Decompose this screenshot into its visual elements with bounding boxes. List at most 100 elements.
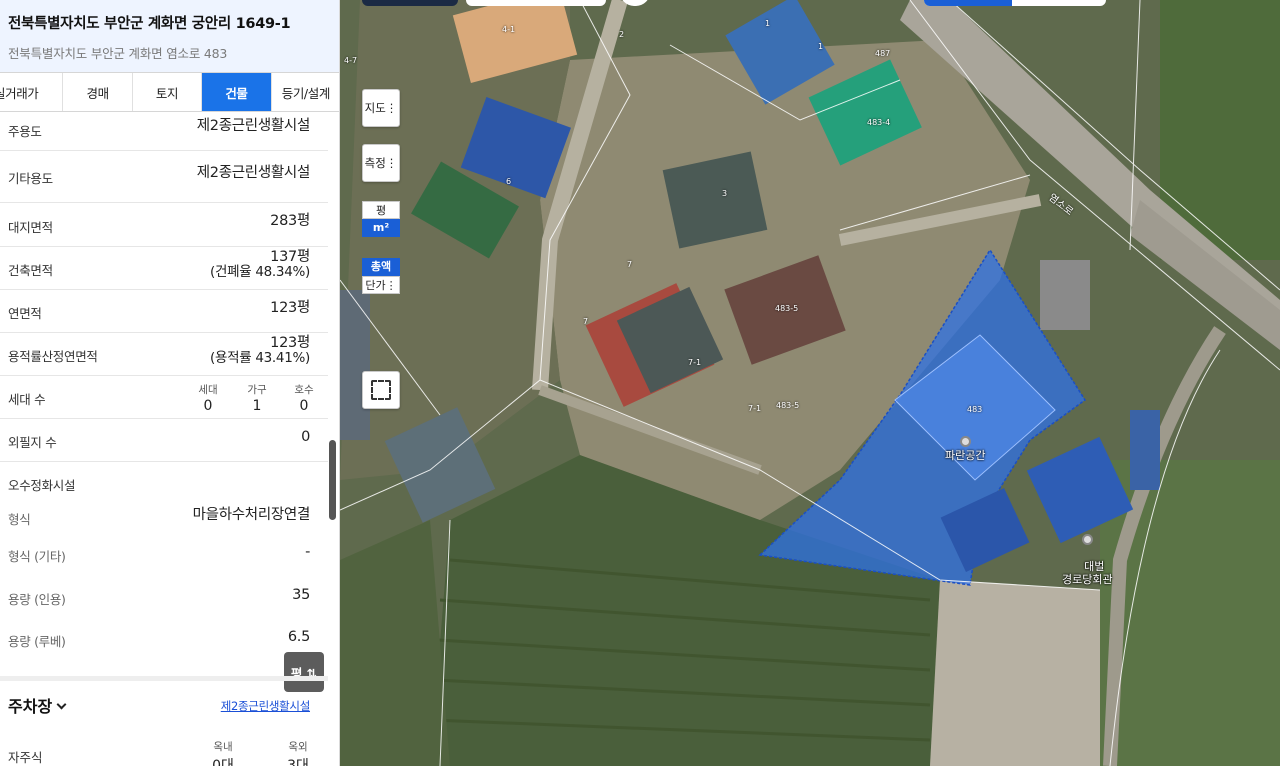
satellite-imagery (340, 0, 1280, 766)
parking-title-toggle[interactable]: 주차장 (8, 693, 67, 717)
parking-title: 주차장 (8, 697, 53, 716)
measure-label: 측정 (364, 156, 386, 170)
tab-building[interactable]: 건물 (202, 73, 272, 111)
capacity-person-label: 용량 (인용) (8, 592, 66, 607)
sewage-type-value: 마을하수처리장연결 (192, 507, 311, 523)
poi-marker-icon (1081, 534, 1093, 545)
outdoor-value: 3대 (287, 758, 309, 766)
poi-senior-center[interactable]: 대벌 경로당회관 (1062, 508, 1113, 599)
households-sedae: 세대 0 (188, 382, 228, 414)
tab-auction[interactable]: 경매 (63, 73, 133, 111)
floor-area-label: 연면적 (8, 306, 42, 321)
tab-land[interactable]: 토지 (133, 73, 203, 111)
sewage-type-other-label: 형식 (기타) (8, 549, 66, 564)
top-search-box[interactable] (466, 0, 606, 6)
area-unit-switch: 평 m² (362, 201, 400, 237)
unit-price-label: 단가 (365, 279, 386, 292)
poi-marker-icon (959, 436, 971, 447)
info-tabs: 실거래가 경매 토지 건물 등기/설계 (0, 72, 339, 112)
lot-label: 483-4 (867, 118, 891, 127)
self-parking-label: 자주식 (8, 750, 43, 765)
lot-label: 4-7 (344, 56, 358, 65)
coverage-ratio: (건폐율 48.34%) (210, 264, 310, 280)
parking-building-link[interactable]: 제2종근린생활시설 (221, 698, 311, 714)
gagu-header: 가구 (247, 384, 267, 396)
land-area-value: 283평 (270, 213, 310, 229)
floor-area-row: 연면적 123평 (0, 290, 328, 333)
building-area-value: 137평 (건폐율 48.34%) (210, 250, 310, 280)
lot-label: 7-1 (688, 358, 702, 367)
building-area-amount: 137평 (270, 249, 310, 265)
other-use-label: 기타용도 (8, 171, 53, 186)
households-gagu: 가구 1 (237, 382, 277, 414)
satellite-map[interactable]: 지도 ⋮ 측정 ⋮ 평 m² 총액 단가⋮ 483 483-4 483-5 483-… (340, 0, 1280, 766)
lot-label: 483-5 (776, 401, 800, 410)
price-mode-switch: 총액 단가⋮ (362, 258, 400, 294)
lot-label: 483-5 (775, 304, 799, 313)
lot-label: 7 (627, 260, 633, 269)
lot-label: 7-1 (748, 404, 762, 413)
hosu-value: 0 (299, 398, 309, 414)
address-header: 전북특별자치도 부안군 계화면 궁안리 1649-1 전북특별자치도 부안군 계… (0, 0, 339, 72)
top-control-left[interactable] (362, 0, 458, 6)
lot-label: 6 (506, 177, 512, 186)
indoor-parking: 옥내 0대 (203, 739, 243, 766)
building-area-row: 건축면적 137평 (건폐율 48.34%) (0, 247, 328, 290)
indoor-header: 옥내 (213, 741, 233, 753)
chevron-down-icon (56, 699, 67, 710)
lot-label: 1 (765, 19, 771, 28)
tab-registry[interactable]: 등기/설계 (272, 73, 339, 111)
capacity-person-value: 35 (292, 587, 310, 603)
lot-label: 487 (875, 49, 891, 58)
sewage-section: 오수정화시설 형식 마을하수처리장연결 형식 (기타) - 용량 (인용) 35… (0, 462, 328, 678)
unit-m2-option[interactable]: m² (362, 219, 400, 237)
households-hosu: 호수 0 (284, 382, 324, 414)
parking-section: 주차장 제2종근린생활시설 자주식 옥내 0대 옥외 3대 (0, 676, 328, 766)
building-area-label: 건축면적 (8, 263, 53, 278)
poi-paran-space[interactable]: 파란공간 (945, 436, 985, 462)
gagu-value: 1 (252, 398, 262, 414)
other-use-value: 제2종근린생활시설 (196, 165, 311, 181)
unit-py-option[interactable]: 평 (362, 201, 400, 219)
annex-count-row: 외필지 수 0 (0, 419, 328, 462)
main-use-label: 주용도 (8, 124, 42, 139)
far-area-amount: 123평 (270, 335, 310, 351)
tab-transactions[interactable]: 실거래가 (0, 73, 64, 111)
poi-name: 대벌 경로당회관 (1062, 560, 1113, 586)
total-price-option[interactable]: 총액 (362, 258, 400, 276)
area-select-button[interactable] (362, 371, 400, 409)
sedae-header: 세대 (198, 384, 218, 396)
poi-name: 파란공간 (945, 449, 986, 462)
sewage-label: 오수정화시설 (8, 478, 76, 493)
lot-label: 1 (818, 42, 824, 51)
floor-area-ratio: (용적률 43.41%) (210, 350, 310, 366)
far-area-value: 123평 (용적률 43.41%) (210, 336, 310, 366)
lot-label: 2 (619, 30, 625, 39)
floor-area-value: 123평 (270, 300, 310, 316)
outdoor-parking: 옥외 3대 (278, 739, 318, 766)
sedae-value: 0 (203, 398, 213, 414)
lot-address: 전북특별자치도 부안군 계화면 궁안리 1649-1 (8, 16, 291, 32)
indoor-value: 0대 (212, 758, 234, 766)
map-type-label: 지도 (364, 101, 386, 115)
capacity-m3-value: 6.5 (287, 629, 310, 645)
far-area-row: 용적률산정연면적 123평 (용적률 43.41%) (0, 333, 328, 376)
annex-count-value: 0 (301, 429, 310, 445)
land-area-row: 대지면적 283평 (0, 203, 328, 247)
property-info-panel: 전북특별자치도 부안군 계화면 궁안리 1649-1 전북특별자치도 부안군 계… (0, 0, 340, 766)
panel-scrollbar[interactable] (329, 440, 336, 520)
lot-label: 483 (967, 405, 983, 414)
map-type-button[interactable]: 지도 ⋮ (362, 89, 400, 127)
annex-count-label: 외필지 수 (8, 435, 57, 450)
unit-price-option[interactable]: 단가⋮ (362, 276, 400, 294)
top-control-right[interactable] (924, 0, 1106, 6)
households-label: 세대 수 (8, 392, 46, 407)
main-use-row: 주용도 제2종근린생활시설 (0, 112, 328, 151)
sewage-type-other-value: - (305, 544, 310, 560)
road-address: 전북특별자치도 부안군 계화면 염소로 483 (8, 46, 228, 61)
households-row: 세대 수 세대 0 가구 1 호수 0 (0, 376, 328, 419)
hosu-header: 호수 (294, 384, 314, 396)
other-use-row: 기타용도 제2종근린생활시설 (0, 151, 328, 203)
measure-button[interactable]: 측정 ⋮ (362, 144, 400, 182)
lot-label: 7 (583, 317, 589, 326)
